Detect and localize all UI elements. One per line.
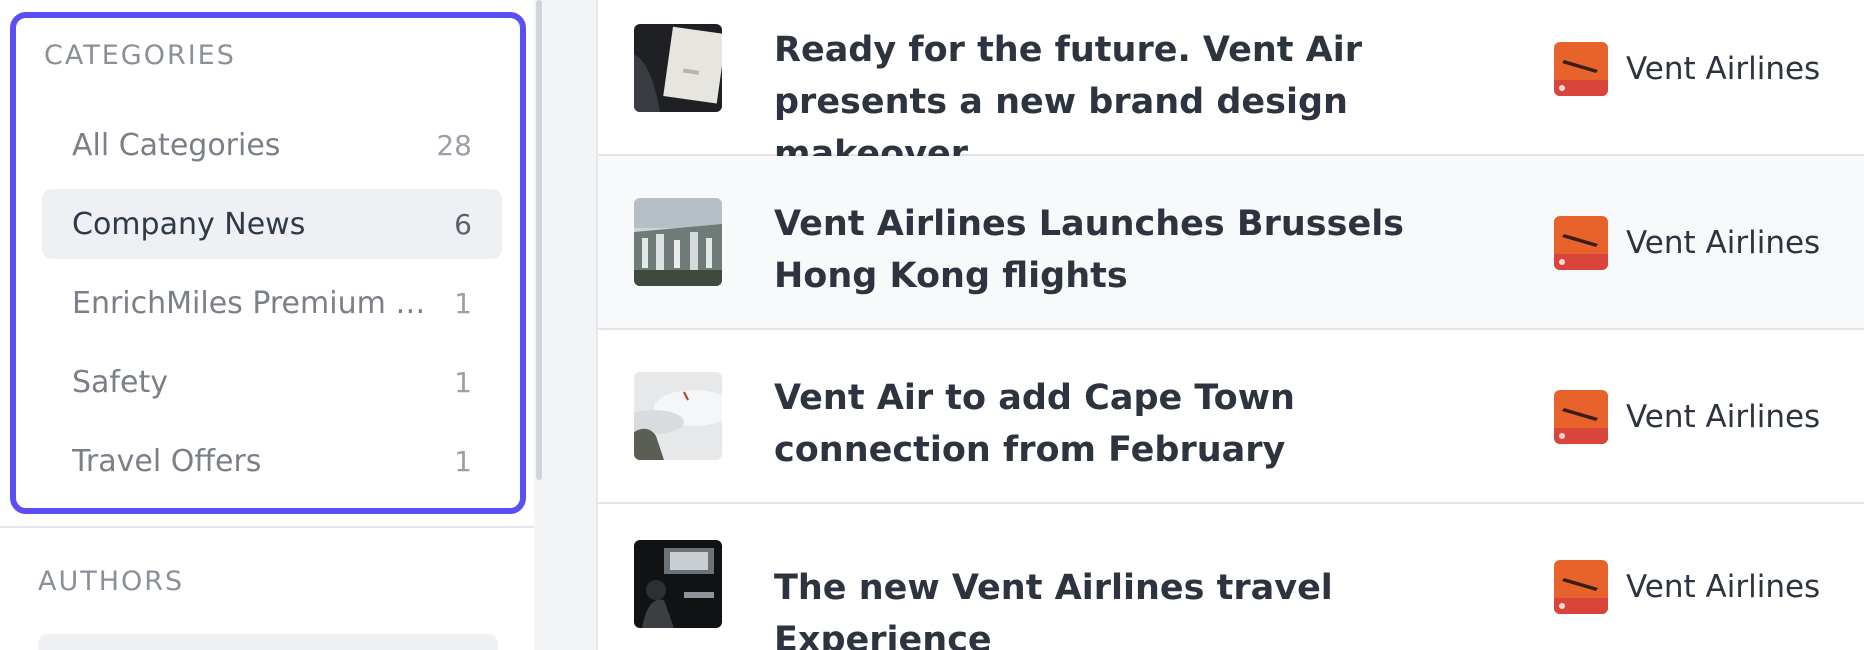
article-title[interactable]: Vent Air to add Cape Town connection fro… [774, 372, 1474, 476]
category-label: Company News [72, 206, 306, 242]
category-label: Safety [72, 364, 168, 400]
author-avatar [1554, 216, 1608, 270]
article-thumbnail [634, 24, 722, 112]
article-row[interactable]: Vent Air to add Cape Town connection fro… [598, 330, 1864, 504]
category-item-all[interactable]: All Categories 28 [42, 110, 502, 180]
categories-panel: CATEGORIES All Categories 28 Company New… [10, 12, 526, 514]
category-item-safety[interactable]: Safety 1 [42, 347, 502, 417]
article-title[interactable]: Vent Airlines Launches Brussels Hong Kon… [774, 198, 1474, 302]
category-item-travel-offers[interactable]: Travel Offers 1 [42, 426, 502, 496]
sidebar-scrollbar[interactable] [534, 0, 544, 650]
category-item-company-news[interactable]: Company News 6 [42, 189, 502, 259]
categories-heading: CATEGORIES [44, 40, 236, 71]
category-label: Travel Offers [72, 443, 262, 479]
article-thumbnail [634, 540, 722, 628]
article-row[interactable]: Vent Airlines Launches Brussels Hong Kon… [598, 156, 1864, 330]
article-list: Ready for the future. Vent Air presents … [596, 0, 1864, 650]
author-name: Vent Airlines [1626, 51, 1821, 87]
article-author[interactable]: Vent Airlines [1554, 560, 1820, 614]
article-title[interactable]: The new Vent Airlines travel Experience [774, 562, 1474, 650]
article-thumbnail [634, 198, 722, 286]
author-name: Vent Airlines [1626, 225, 1821, 261]
filter-sidebar: CATEGORIES All Categories 28 Company New… [0, 0, 544, 650]
author-avatar [1554, 390, 1608, 444]
category-item-enrichmiles[interactable]: EnrichMiles Premium C... 1 [42, 268, 502, 338]
article-author[interactable]: Vent Airlines [1554, 216, 1820, 270]
category-list: All Categories 28 Company News 6 EnrichM… [42, 110, 502, 505]
authors-heading: AUTHORS [38, 566, 185, 597]
article-author[interactable]: Vent Airlines [1554, 42, 1820, 96]
category-label: EnrichMiles Premium C... [72, 285, 442, 321]
category-label: All Categories [72, 127, 281, 163]
author-item[interactable] [38, 634, 498, 650]
article-thumbnail [634, 372, 722, 460]
category-count: 1 [454, 365, 472, 399]
author-name: Vent Airlines [1626, 399, 1821, 435]
author-avatar [1554, 560, 1608, 614]
article-row[interactable]: The new Vent Airlines travel Experience … [598, 504, 1864, 650]
scrollbar-thumb[interactable] [536, 0, 542, 480]
category-count: 1 [454, 444, 472, 478]
author-name: Vent Airlines [1626, 569, 1821, 605]
category-count: 6 [454, 207, 472, 241]
author-avatar [1554, 42, 1608, 96]
category-count: 1 [454, 286, 472, 320]
article-row[interactable]: Ready for the future. Vent Air presents … [598, 0, 1864, 174]
sidebar-divider [0, 526, 534, 528]
article-author[interactable]: Vent Airlines [1554, 390, 1820, 444]
category-count: 28 [436, 128, 472, 162]
